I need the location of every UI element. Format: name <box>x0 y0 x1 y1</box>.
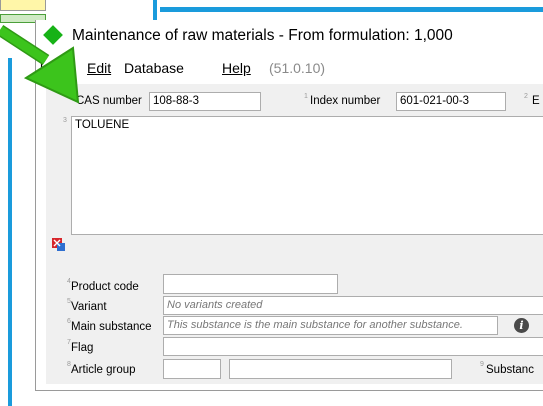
main-substance-label: Main substance <box>71 321 152 333</box>
substance-label: Substanc <box>486 364 534 376</box>
menu-help[interactable]: Help <box>222 60 251 76</box>
main-substance-field[interactable]: This substance is the main substance for… <box>163 316 498 335</box>
flag-field[interactable] <box>163 337 543 356</box>
index-number-label: Index number <box>310 95 381 107</box>
variant-label: Variant <box>71 301 107 313</box>
variant-placeholder: No variants created <box>167 299 263 311</box>
cas-number-field[interactable]: 108-88-3 <box>149 92 261 111</box>
index-number-num: 1 <box>304 93 308 100</box>
product-code-field[interactable] <box>163 274 338 294</box>
background-blue-line-small <box>153 0 157 20</box>
title-bar[interactable]: Maintenance of raw materials - From form… <box>36 20 543 54</box>
article-group-name-field[interactable] <box>229 359 452 379</box>
menu-database[interactable]: Database <box>124 60 184 76</box>
background-blue-line <box>160 7 543 12</box>
e-label: E <box>532 95 540 107</box>
flag-error-icon[interactable] <box>52 238 65 251</box>
version-label: (51.0.10) <box>269 60 326 76</box>
menu-help-label: Help <box>222 60 251 76</box>
background-yellow-panel <box>0 0 46 11</box>
e-num: 2 <box>524 93 528 100</box>
variant-field[interactable]: No variants created <box>163 296 543 315</box>
green-arrow-annotation <box>0 24 80 104</box>
substance-name-area[interactable]: TOLUENE <box>71 116 543 235</box>
flag-label: Flag <box>71 342 94 354</box>
substance-num: 9 <box>480 361 484 368</box>
menu-bar: le Edit Database Help (51.0.10) <box>36 57 543 79</box>
article-group-code-field[interactable] <box>163 359 221 379</box>
article-group-label: Article group <box>71 364 136 376</box>
name-num: 3 <box>63 117 67 124</box>
info-icon[interactable]: i <box>514 318 529 333</box>
window-title: Maintenance of raw materials - From form… <box>72 27 453 44</box>
index-number-field[interactable]: 601-021-00-3 <box>396 92 506 111</box>
form-panel: CAS number 108-88-3 1 Index number 601-0… <box>46 84 543 384</box>
product-code-label: Product code <box>71 281 139 293</box>
main-substance-placeholder: This substance is the main substance for… <box>167 319 463 331</box>
raw-materials-window: Maintenance of raw materials - From form… <box>35 20 543 391</box>
